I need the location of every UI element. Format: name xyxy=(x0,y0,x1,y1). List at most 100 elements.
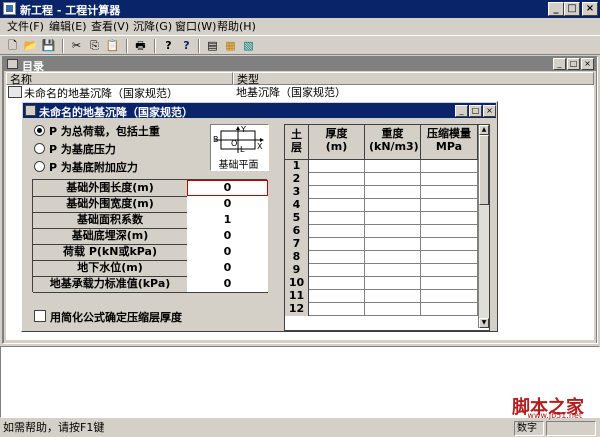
scroll-down-icon[interactable]: ▼ xyxy=(479,318,489,328)
cell-density[interactable] xyxy=(365,173,421,186)
open-folder-icon[interactable]: 📂 xyxy=(22,38,39,54)
table-row[interactable]: 9 xyxy=(285,264,478,277)
window-title: 新工程 - 工程计算器 xyxy=(20,4,121,17)
settlement-dialog: 未命名的地基沉降（国家规范） _ □ × P 为总荷载，包括土重 P 为基底压力… xyxy=(21,101,498,332)
param-value-input[interactable]: 0 xyxy=(187,260,268,276)
radio-total-load[interactable]: P 为总荷载，包括土重 xyxy=(34,125,160,139)
cell-density[interactable] xyxy=(365,251,421,264)
cell-modulus[interactable] xyxy=(421,290,478,303)
help-icon[interactable]: ? xyxy=(160,38,177,54)
cell-density[interactable] xyxy=(365,225,421,238)
cell-modulus[interactable] xyxy=(421,199,478,212)
paste-icon[interactable]: 📋 xyxy=(104,38,121,54)
directory-minimize-button[interactable]: _ xyxy=(553,58,566,70)
cell-density[interactable] xyxy=(365,186,421,199)
table-row[interactable]: 12 xyxy=(285,303,478,316)
cell-density[interactable] xyxy=(365,264,421,277)
cell-thickness[interactable] xyxy=(309,264,365,277)
cell-density[interactable] xyxy=(365,160,421,173)
dialog-maximize-button[interactable]: □ xyxy=(469,105,482,117)
copy-icon[interactable]: ⎘ xyxy=(86,38,103,54)
param-label: 基础面积系数 xyxy=(33,212,188,228)
cell-density[interactable] xyxy=(365,238,421,251)
app-icon[interactable] xyxy=(3,2,16,15)
table-row[interactable]: 6 xyxy=(285,225,478,238)
cell-density[interactable] xyxy=(365,277,421,290)
minimize-button[interactable]: _ xyxy=(548,2,564,16)
cut-icon[interactable]: ✂ xyxy=(68,38,85,54)
cell-modulus[interactable] xyxy=(421,303,478,316)
cell-thickness[interactable] xyxy=(309,160,365,173)
table-row[interactable]: 8 xyxy=(285,251,478,264)
table-row[interactable]: 5 xyxy=(285,212,478,225)
report-icon[interactable]: ▦ xyxy=(222,38,239,54)
cell-thickness[interactable] xyxy=(309,277,365,290)
table-row[interactable]: 7 xyxy=(285,238,478,251)
menu-edit[interactable]: 编辑(E) xyxy=(46,19,90,34)
cell-modulus[interactable] xyxy=(421,212,478,225)
column-header-name[interactable]: 名称 xyxy=(6,72,233,86)
table-row[interactable]: 11 xyxy=(285,290,478,303)
param-value-input[interactable]: 0 xyxy=(187,276,268,292)
directory-close-button[interactable]: × xyxy=(581,58,594,70)
maximize-button[interactable]: □ xyxy=(564,2,580,16)
dialog-minimize-button[interactable]: _ xyxy=(455,105,468,117)
cell-thickness[interactable] xyxy=(309,251,365,264)
cell-thickness[interactable] xyxy=(309,212,365,225)
menu-window[interactable]: 窗口(W) xyxy=(172,19,219,34)
table-row[interactable]: 10 xyxy=(285,277,478,290)
directory-maximize-button[interactable]: □ xyxy=(567,58,580,70)
cell-density[interactable] xyxy=(365,199,421,212)
cell-modulus[interactable] xyxy=(421,238,478,251)
table-row[interactable]: 1 xyxy=(285,160,478,173)
param-label: 基础外围长度(m) xyxy=(33,180,188,196)
param-value-input[interactable]: 0 xyxy=(187,244,268,260)
table-row[interactable]: 3 xyxy=(285,186,478,199)
cell-thickness[interactable] xyxy=(309,186,365,199)
cell-modulus[interactable] xyxy=(421,186,478,199)
simplified-formula-checkbox[interactable]: 用简化公式确定压缩层厚度 xyxy=(34,310,182,324)
cell-modulus[interactable] xyxy=(421,160,478,173)
cell-thickness[interactable] xyxy=(309,303,365,316)
output-pane[interactable] xyxy=(0,346,600,418)
param-value-input[interactable]: 1 xyxy=(187,212,268,228)
close-button[interactable]: × xyxy=(582,2,598,16)
radio-additional-stress[interactable]: P 为基底附加应力 xyxy=(34,161,138,175)
cell-density[interactable] xyxy=(365,290,421,303)
column-header-type[interactable]: 类型 xyxy=(233,72,594,86)
save-icon[interactable]: 💾 xyxy=(40,38,57,54)
scroll-up-icon[interactable]: ▲ xyxy=(479,125,489,135)
cell-modulus[interactable] xyxy=(421,173,478,186)
cell-thickness[interactable] xyxy=(309,199,365,212)
radio-base-pressure[interactable]: P 为基底压力 xyxy=(34,143,116,157)
cell-modulus[interactable] xyxy=(421,277,478,290)
cell-modulus[interactable] xyxy=(421,225,478,238)
calc-sheet-icon[interactable]: ▤ xyxy=(204,38,221,54)
cell-modulus[interactable] xyxy=(421,264,478,277)
grid-vertical-scrollbar[interactable]: ▲ ▼ xyxy=(478,125,489,328)
cell-density[interactable] xyxy=(365,303,421,316)
table-row[interactable]: 2 xyxy=(285,173,478,186)
cell-thickness[interactable] xyxy=(309,238,365,251)
chart-icon[interactable]: ▧ xyxy=(240,38,257,54)
cell-thickness[interactable] xyxy=(309,225,365,238)
dialog-close-button[interactable]: × xyxy=(483,105,496,117)
menu-help[interactable]: 帮助(H) xyxy=(214,19,259,34)
cell-modulus[interactable] xyxy=(421,251,478,264)
param-value-input[interactable]: 0 xyxy=(187,228,268,244)
list-item[interactable]: 未命名的地基沉降（国家规范） xyxy=(8,86,178,100)
context-help-icon[interactable]: ? xyxy=(178,38,195,54)
new-file-icon[interactable]: 🗋 xyxy=(4,38,21,54)
cell-thickness[interactable] xyxy=(309,290,365,303)
cell-density[interactable] xyxy=(365,212,421,225)
menu-file[interactable]: 文件(F) xyxy=(4,19,47,34)
param-value-input[interactable]: 0 xyxy=(187,180,268,196)
menu-settlement[interactable]: 沉降(G) xyxy=(130,19,175,34)
cell-thickness[interactable] xyxy=(309,173,365,186)
scroll-thumb[interactable] xyxy=(479,135,489,205)
param-value-input[interactable]: 0 xyxy=(187,196,268,212)
print-icon[interactable]: 🖶 xyxy=(132,38,149,54)
menu-view[interactable]: 查看(V) xyxy=(88,19,132,34)
grid-header-density: 重度(kN/m3) xyxy=(365,125,421,160)
table-row[interactable]: 4 xyxy=(285,199,478,212)
